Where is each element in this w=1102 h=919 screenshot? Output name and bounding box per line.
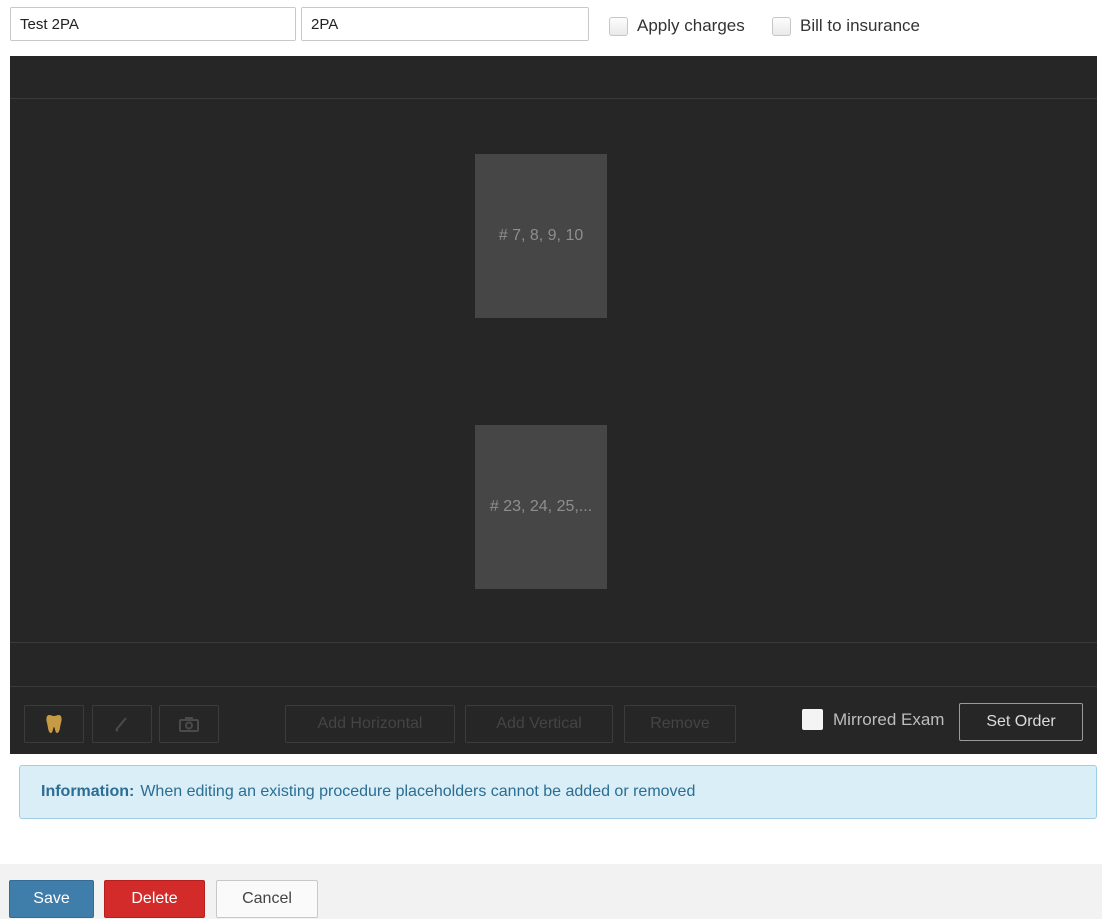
bill-to-insurance-box[interactable]	[772, 16, 791, 36]
editor-toolbar: Add Horizontal Add Vertical Remove Mirro…	[10, 686, 1097, 755]
camera-icon	[179, 717, 199, 732]
set-order-button[interactable]: Set Order	[959, 703, 1083, 741]
placeholder-lower-label: # 23, 24, 25,...	[489, 498, 593, 515]
bill-to-insurance-checkbox[interactable]: Bill to insurance	[772, 16, 920, 36]
editor-divider-bottom	[10, 642, 1097, 643]
apply-charges-checkbox[interactable]: Apply charges	[609, 16, 745, 36]
procedure-name-input[interactable]	[10, 7, 296, 41]
mirrored-exam-checkbox[interactable]: Mirrored Exam	[802, 709, 944, 730]
apply-charges-label: Apply charges	[637, 16, 745, 35]
save-button[interactable]: Save	[9, 880, 94, 918]
mirrored-exam-label: Mirrored Exam	[833, 709, 945, 729]
cancel-button[interactable]: Cancel	[216, 880, 318, 918]
editor-divider-top	[10, 98, 1097, 99]
tooth-button[interactable]	[24, 705, 84, 743]
footer-bar: Save Delete Cancel	[0, 864, 1102, 919]
remove-button[interactable]: Remove	[624, 705, 736, 743]
exam-layout-editor: # 7, 8, 9, 10 # 23, 24, 25,... Add Horiz…	[10, 56, 1097, 754]
tooth-icon	[46, 715, 62, 733]
info-message: When editing an existing procedure place…	[140, 783, 696, 800]
annotate-button[interactable]	[92, 705, 152, 743]
placeholder-lower[interactable]: # 23, 24, 25,...	[475, 425, 607, 589]
add-vertical-button[interactable]: Add Vertical	[465, 705, 613, 743]
procedure-code-input[interactable]	[301, 7, 589, 41]
placeholder-upper-label: # 7, 8, 9, 10	[498, 227, 584, 244]
delete-button[interactable]: Delete	[104, 880, 205, 918]
camera-button[interactable]	[159, 705, 219, 743]
info-alert: Information: When editing an existing pr…	[19, 765, 1097, 819]
mirrored-exam-box[interactable]	[802, 709, 823, 730]
add-horizontal-button[interactable]: Add Horizontal	[285, 705, 455, 743]
pen-icon	[115, 717, 127, 732]
apply-charges-box[interactable]	[609, 16, 628, 36]
bill-to-insurance-label: Bill to insurance	[800, 16, 921, 35]
placeholder-upper[interactable]: # 7, 8, 9, 10	[475, 154, 607, 318]
info-title: Information:	[41, 783, 135, 800]
